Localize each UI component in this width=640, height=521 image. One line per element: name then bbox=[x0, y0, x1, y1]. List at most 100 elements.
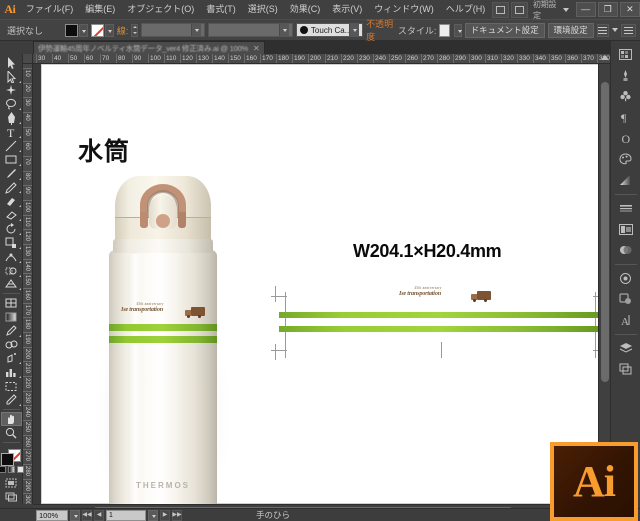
style-dropdown-icon[interactable] bbox=[454, 23, 462, 37]
magic-wand-tool[interactable] bbox=[1, 84, 22, 98]
artboard-dropdown-icon[interactable] bbox=[148, 509, 158, 521]
chevron-down-icon[interactable] bbox=[278, 24, 289, 36]
fill-color-swatch[interactable] bbox=[1, 452, 14, 466]
color-mode-none-icon[interactable] bbox=[16, 466, 24, 474]
control-bar-menu-icon[interactable] bbox=[621, 23, 636, 37]
stroke-panel-icon[interactable] bbox=[615, 198, 637, 218]
vertical-scrollbar-thumb[interactable] bbox=[601, 82, 609, 382]
vertical-scrollbar[interactable] bbox=[598, 64, 610, 504]
control-bar-overflow[interactable] bbox=[621, 23, 640, 37]
last-artboard-button[interactable]: ▶▶ bbox=[172, 509, 182, 521]
color-panel-icon[interactable] bbox=[615, 44, 637, 64]
prev-artboard-button[interactable]: ◀ bbox=[94, 509, 104, 521]
perspective-grid-tool[interactable] bbox=[1, 278, 22, 292]
horizontal-ruler[interactable]: 30 40 50 60 70 80 90 100 110 120 130 140 150 160 170 18… bbox=[33, 54, 610, 64]
opacity-label[interactable]: 不透明度 bbox=[366, 17, 395, 43]
menu-select[interactable]: 選択(S) bbox=[242, 0, 284, 19]
stroke-control[interactable] bbox=[90, 23, 114, 37]
color-mode-gradient-icon[interactable] bbox=[7, 466, 15, 474]
graphic-style-swatch[interactable] bbox=[439, 23, 451, 37]
close-icon[interactable]: ✕ bbox=[253, 44, 260, 53]
stroke-dropdown-icon[interactable] bbox=[104, 23, 114, 37]
ruler-corner[interactable] bbox=[23, 54, 33, 64]
line-segment-tool[interactable] bbox=[1, 139, 22, 153]
color-guide-panel-icon[interactable] bbox=[615, 65, 637, 85]
menu-view[interactable]: 表示(V) bbox=[326, 0, 368, 19]
menu-type[interactable]: 書式(T) bbox=[200, 0, 242, 19]
hand-tool[interactable] bbox=[0, 411, 22, 426]
paragraph-panel-icon[interactable]: ¶ bbox=[615, 107, 637, 127]
direct-selection-tool[interactable] bbox=[1, 70, 22, 84]
menu-object[interactable]: オブジェクト(O) bbox=[121, 0, 200, 19]
pen-tool[interactable] bbox=[1, 111, 22, 125]
lasso-tool[interactable] bbox=[1, 98, 22, 112]
scale-tool[interactable] bbox=[1, 236, 22, 250]
artboard-number-input[interactable]: 1 bbox=[106, 509, 146, 521]
appearance-panel-icon[interactable] bbox=[615, 268, 637, 288]
fill-stroke-indicator[interactable] bbox=[0, 447, 22, 466]
menu-effect[interactable]: 効果(C) bbox=[284, 0, 327, 19]
stroke-weight-input[interactable] bbox=[141, 23, 205, 37]
symbol-sprayer-tool[interactable] bbox=[1, 352, 22, 366]
brush-definition-select[interactable]: Touch Ca.. bbox=[295, 23, 364, 37]
blob-brush-tool[interactable] bbox=[1, 194, 22, 208]
stroke-swatch[interactable] bbox=[90, 23, 104, 37]
next-artboard-button[interactable]: ▶ bbox=[160, 509, 170, 521]
color-mode-color-icon[interactable] bbox=[0, 466, 6, 474]
window-close-button[interactable]: ✕ bbox=[619, 2, 640, 17]
eraser-tool[interactable] bbox=[1, 208, 22, 222]
stroke-profile-select[interactable] bbox=[207, 23, 293, 37]
drawing-mode-icon[interactable] bbox=[1, 476, 22, 490]
zoom-dropdown-icon[interactable] bbox=[70, 509, 80, 521]
flat-artwork[interactable]: 45th anniversary Ise transportation bbox=[271, 286, 610, 364]
gradient-tool[interactable] bbox=[1, 310, 22, 324]
eyedropper-tool[interactable] bbox=[1, 324, 22, 338]
pencil-tool[interactable] bbox=[1, 181, 22, 195]
align-chevron-icon[interactable] bbox=[612, 28, 618, 32]
type-tool[interactable]: T bbox=[1, 125, 22, 139]
canvas-area[interactable]: 水筒 W204.1×H20.4mm 45th anniversary Ise t… bbox=[33, 64, 610, 504]
document-setup-button[interactable]: ドキュメント設定 bbox=[464, 22, 545, 38]
workspace-chevron-icon[interactable] bbox=[562, 7, 569, 12]
swatches-panel-icon[interactable] bbox=[615, 149, 637, 169]
transparency-panel-icon[interactable] bbox=[615, 240, 637, 260]
document-tab[interactable]: 伊勢運輸45周年ノベルティ水筒データ_ver4 修正済み.ai @ 100% ✕ bbox=[33, 41, 265, 54]
character-panel-icon[interactable]: O bbox=[615, 128, 637, 148]
width-tool[interactable] bbox=[1, 250, 22, 264]
align-panel-icon[interactable] bbox=[615, 219, 637, 239]
menu-help[interactable]: ヘルプ(H) bbox=[440, 0, 492, 19]
window-maximize-button[interactable]: ❐ bbox=[597, 2, 618, 17]
arrange-documents-icon[interactable] bbox=[511, 1, 529, 18]
screen-mode-icon[interactable] bbox=[1, 490, 22, 504]
stroke-weight-stepper[interactable] bbox=[131, 23, 139, 37]
slice-tool[interactable] bbox=[1, 393, 22, 407]
gradient-panel-icon[interactable] bbox=[615, 170, 637, 190]
vertical-ruler[interactable]: 10 20 30 40 50 60 70 80 90 100 110 120 130 140 150 160 1… bbox=[23, 64, 33, 504]
mesh-tool[interactable] bbox=[1, 296, 22, 310]
graphic-styles-panel-icon[interactable] bbox=[615, 289, 637, 309]
selection-tool[interactable] bbox=[1, 56, 22, 70]
zoom-tool[interactable] bbox=[1, 426, 22, 440]
workspace-switcher[interactable]: 初期設定 bbox=[529, 0, 562, 21]
bridge-icon[interactable] bbox=[492, 1, 510, 18]
layers-panel-icon[interactable] bbox=[615, 338, 637, 358]
blend-tool[interactable] bbox=[1, 338, 22, 352]
chevron-down-icon[interactable] bbox=[349, 24, 360, 36]
zoom-level-input[interactable]: 100% bbox=[36, 509, 68, 521]
symbols-panel-icon[interactable] bbox=[615, 86, 637, 106]
preferences-button[interactable]: 環境設定 bbox=[547, 22, 594, 38]
fill-swatch[interactable] bbox=[64, 23, 78, 37]
shape-builder-tool[interactable] bbox=[1, 264, 22, 278]
menu-edit[interactable]: 編集(E) bbox=[79, 0, 121, 19]
scroll-up-arrow-icon[interactable] bbox=[601, 55, 609, 60]
rectangle-tool[interactable] bbox=[1, 153, 22, 167]
menu-file[interactable]: ファイル(F) bbox=[20, 0, 80, 19]
artboard-tool[interactable] bbox=[1, 379, 22, 393]
window-minimize-button[interactable]: — bbox=[575, 2, 596, 17]
first-artboard-button[interactable]: ◀◀ bbox=[82, 509, 92, 521]
current-tool-label[interactable]: 手のひら bbox=[256, 509, 290, 521]
fill-control[interactable] bbox=[64, 23, 88, 37]
paintbrush-tool[interactable] bbox=[1, 167, 22, 181]
column-graph-tool[interactable] bbox=[1, 365, 22, 379]
character-styles-panel-icon[interactable]: A bbox=[615, 310, 637, 330]
